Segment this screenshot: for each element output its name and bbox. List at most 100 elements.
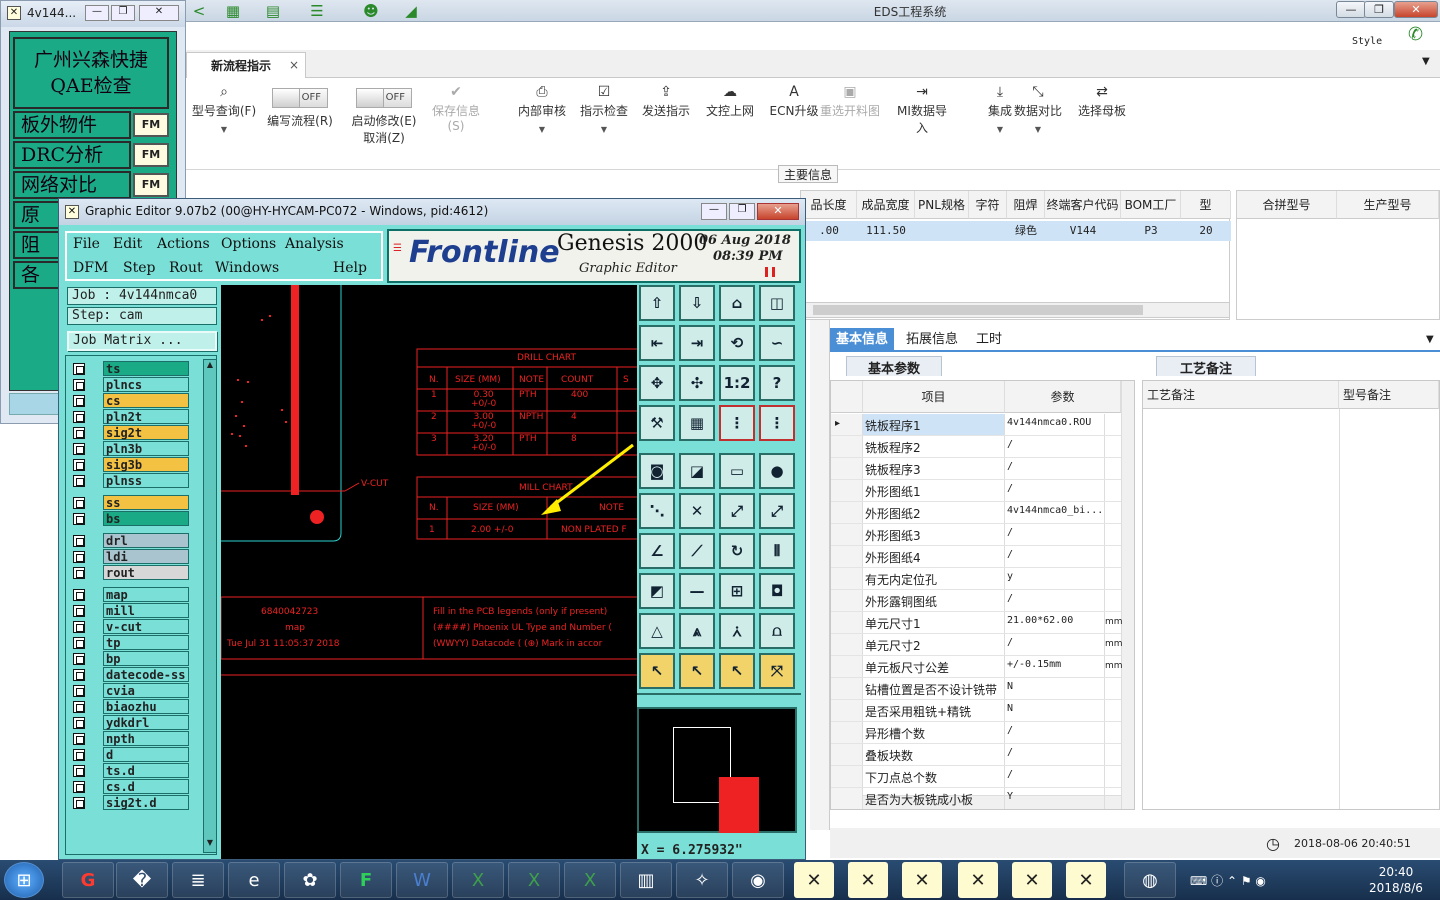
row-selector[interactable] [831, 656, 863, 677]
taskbar-globe-icon[interactable]: ◍ [1124, 862, 1176, 898]
layer-checkbox[interactable] [73, 653, 85, 665]
param-value[interactable]: Y [1005, 788, 1105, 809]
layer-checkbox[interactable] [73, 427, 85, 439]
param-value[interactable]: / [1005, 744, 1105, 765]
row-selector[interactable] [831, 436, 863, 457]
layer-checkbox[interactable] [73, 621, 85, 633]
ribbon-button-9[interactable]: ▣ 重选开料图 [820, 82, 880, 152]
row-selector[interactable] [831, 700, 863, 721]
param-row[interactable]: 有无内定位孔 y [831, 568, 1121, 590]
param-value[interactable]: 4v144nmca0_bi... [1005, 502, 1105, 523]
chevron-down-icon[interactable]: ▼ [1422, 56, 1430, 67]
taskbar-save-icon[interactable]: � [116, 862, 168, 898]
tool-2-1-icon[interactable]: ✣ [679, 365, 715, 401]
taskbar-excel-icon[interactable]: X [508, 862, 560, 898]
row-selector[interactable] [831, 678, 863, 699]
chevron-down-icon[interactable]: ▼ [512, 125, 572, 134]
ribbon-button-2[interactable]: OFF 启动修改(E) 取消(Z) [346, 88, 422, 158]
param-row[interactable]: 叠板块数 / [831, 744, 1121, 766]
close-button[interactable]: ✕ [1394, 1, 1438, 18]
row-selector[interactable] [831, 524, 863, 545]
taskbar-scroll-icon[interactable]: ≣ [172, 862, 224, 898]
menu-file[interactable]: File [73, 236, 100, 252]
tool-8-0-icon[interactable]: △ [639, 613, 675, 649]
layer-row[interactable]: datecode-ss [69, 667, 189, 683]
menu-step[interactable]: Step [123, 260, 155, 276]
param-value[interactable]: N [1005, 700, 1105, 721]
menu-help[interactable]: Help [333, 260, 367, 276]
row-selector[interactable] [831, 590, 863, 611]
overview-map[interactable] [637, 707, 797, 833]
layer-row[interactable]: sig3b [69, 457, 189, 473]
maximize-button[interactable]: ❐ [1364, 1, 1394, 18]
layer-checkbox[interactable] [73, 749, 85, 761]
grid1-cell-1[interactable]: 111.50 [857, 221, 915, 241]
grid1-header-2[interactable]: PNL规格 [915, 191, 969, 219]
param-row[interactable]: 铣板程序3/ [831, 458, 1121, 480]
param-row[interactable]: 外形图纸4/ [831, 546, 1121, 568]
menu-analysis[interactable]: Analysis [285, 236, 344, 252]
row-selector[interactable] [831, 634, 863, 655]
layer-checkbox[interactable] [73, 379, 85, 391]
params-vscroll[interactable] [1121, 381, 1134, 809]
tool-5-2-icon[interactable]: ⤢ [719, 493, 755, 529]
job-matrix-button[interactable]: Job Matrix ... [67, 331, 217, 351]
param-row[interactable]: 铣板程序2/ [831, 436, 1121, 458]
layer-row[interactable]: mill [69, 603, 189, 619]
grid1-cell-4[interactable]: 绿色 [1007, 221, 1045, 241]
param-header-item[interactable]: 项目 [863, 381, 1005, 413]
ribbon-button-12[interactable]: ⤡ 数据对比 ▼ [1008, 82, 1068, 152]
param-value[interactable]: / [1005, 722, 1105, 743]
fm-button-1[interactable]: FM [133, 143, 169, 167]
param-value[interactable]: 21.00*62.00 [1005, 612, 1105, 633]
tool-6-1-icon[interactable]: ⟋ [679, 533, 715, 569]
layer-row[interactable]: ldi [69, 549, 189, 565]
tool-9-3-icon[interactable]: ⤧ [759, 653, 795, 689]
list-icon[interactable]: ☰ [304, 1, 330, 21]
layer-checkbox[interactable] [73, 411, 85, 423]
taskbar-clock[interactable]: 20:40 2018/8/6 [1356, 864, 1436, 896]
taskbar-network-icon[interactable]: ✧ [676, 862, 728, 898]
tool-4-3-icon[interactable]: ● [759, 453, 795, 489]
tool-8-3-icon[interactable]: ⩍ [759, 613, 795, 649]
row-selector[interactable] [831, 612, 863, 633]
param-header-value[interactable]: 参数 [1005, 381, 1121, 413]
layer-row[interactable]: ydkdrl [69, 715, 189, 731]
tool-7-3-icon[interactable]: ◘ [759, 573, 795, 609]
grid1-cell-5[interactable]: V144 [1045, 221, 1121, 241]
tool-3-1-icon[interactable]: ▦ [679, 405, 715, 441]
menu-edit[interactable]: Edit [113, 236, 142, 252]
tool-8-2-icon[interactable]: ⩑ [719, 613, 755, 649]
taskbar-x-icon[interactable]: ✕ [848, 862, 888, 898]
taskbar-genesis-icon[interactable]: G [62, 862, 114, 898]
phone-icon[interactable]: ✆ [1408, 24, 1423, 45]
layer-row[interactable]: map [69, 587, 189, 603]
param-row[interactable]: 是否为大板铣成小板 Y [831, 788, 1121, 809]
layer-checkbox[interactable] [73, 685, 85, 697]
qae-button-1[interactable]: DRC分析 [13, 141, 131, 169]
close-button[interactable]: ✕ [757, 203, 799, 220]
grid1-cell-3[interactable] [969, 221, 1007, 241]
taskbar-x-icon[interactable]: ✕ [902, 862, 942, 898]
param-row[interactable]: 是否采用粗铣+精铣 N [831, 700, 1121, 722]
row-selector[interactable] [831, 546, 863, 567]
param-row[interactable]: 单元尺寸1 21.00*62.00 mm [831, 612, 1123, 634]
layer-row[interactable]: biaozhu [69, 699, 189, 715]
tool-2-3-icon[interactable]: ? [759, 365, 795, 401]
grid1-cell-7[interactable]: 20 [1181, 221, 1231, 241]
param-row[interactable]: 钻槽位置是否不设计铣带 N [831, 678, 1121, 700]
tool-9-2-icon[interactable]: ↖ [719, 653, 755, 689]
menu-rout[interactable]: Rout [169, 260, 203, 276]
tool-6-3-icon[interactable]: ⫴ [759, 533, 795, 569]
tool-4-0-icon[interactable]: ◙ [639, 453, 675, 489]
tool-5-3-icon[interactable]: ⤢ [759, 493, 795, 529]
param-row[interactable]: 单元板尺寸公差 +/-0.15mm mm [831, 656, 1123, 678]
tool-4-1-icon[interactable]: ◪ [679, 453, 715, 489]
layer-checkbox[interactable] [73, 395, 85, 407]
param-value[interactable]: / [1005, 480, 1105, 501]
layer-row[interactable]: d [69, 747, 189, 763]
taskbar-excel-icon[interactable]: X [564, 862, 616, 898]
layer-row[interactable]: bs [69, 511, 189, 527]
tool-1-0-icon[interactable]: ⇤ [639, 325, 675, 361]
tab-close-icon[interactable]: × [289, 58, 299, 72]
